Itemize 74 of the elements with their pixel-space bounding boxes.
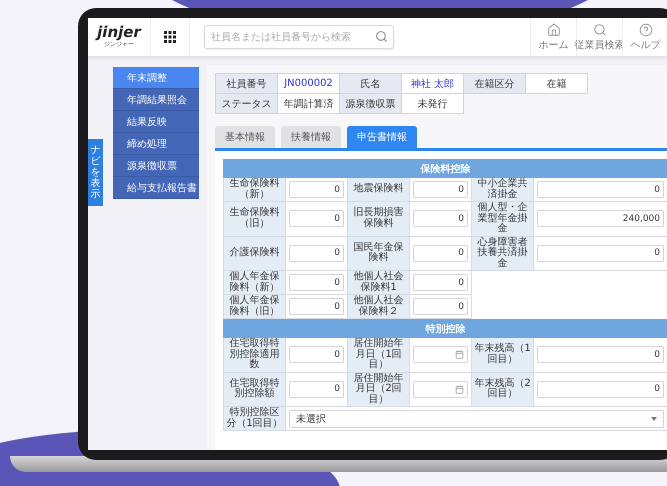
date-input[interactable] xyxy=(413,346,468,364)
search-icon xyxy=(592,22,606,36)
field-label: 国民年金保険料 xyxy=(348,236,410,271)
calendar-icon xyxy=(455,350,464,360)
info-value: 未発行 xyxy=(402,94,464,114)
field-label: 他個人社会保険料２ xyxy=(348,295,410,319)
info-label: 社員番号 xyxy=(216,74,278,94)
number-input[interactable]: 0 xyxy=(537,346,664,364)
field-label: 介護保険料 xyxy=(224,236,286,271)
number-input[interactable]: 0 xyxy=(289,346,344,364)
info-label: 氏名 xyxy=(340,74,402,94)
home-icon xyxy=(546,22,560,36)
logo[interactable]: jinjer xyxy=(97,24,141,40)
tab[interactable]: 扶養情報 xyxy=(281,126,341,148)
sidebar-item[interactable]: 源泉徴収票 xyxy=(113,155,199,177)
tab[interactable]: 申告書情報 xyxy=(347,126,417,148)
number-input[interactable]: 0 xyxy=(289,210,344,228)
sidebar-item[interactable]: 年末調整 xyxy=(113,67,199,89)
field-label: 個人年金保険料（新） xyxy=(224,271,286,295)
field-label: 心身障害者扶養共済掛金 xyxy=(472,236,534,271)
number-input[interactable]: 0 xyxy=(537,244,664,262)
number-input[interactable]: 0 xyxy=(289,181,344,198)
field-label: 生命保険料（旧） xyxy=(224,202,286,236)
search-icon xyxy=(375,30,388,43)
nav-button[interactable]: ヘルプ xyxy=(622,18,667,56)
show-nav-tab[interactable]: ナビを表示 xyxy=(88,139,103,206)
field-label: 個人型・企業型年金掛金 xyxy=(472,202,534,236)
info-link[interactable]: JN000002 xyxy=(278,74,340,94)
number-input[interactable]: 0 xyxy=(413,244,468,262)
number-input[interactable]: 0 xyxy=(413,298,468,315)
field-label: 住宅取得特別控除額 xyxy=(224,372,286,407)
calendar-icon xyxy=(455,384,464,394)
field-label: 生命保険料（新） xyxy=(224,178,286,202)
info-label: ステータス xyxy=(216,94,278,114)
help-icon xyxy=(638,22,652,36)
field-label: 他個人社会保険料1 xyxy=(348,271,410,295)
field-label: 年末残高（1回目） xyxy=(472,338,534,372)
field-label: 居住開始年月日（2回目） xyxy=(348,372,410,407)
search-field[interactable]: 社員名または社員番号から検索 xyxy=(204,25,394,49)
sidebar-item[interactable]: 給与支払報告書 xyxy=(113,177,199,199)
select-dropdown[interactable]: 未選択 xyxy=(289,410,664,428)
field-label: 地震保険料 xyxy=(348,178,410,202)
field-label: 特別控除区分（1回目） xyxy=(224,407,286,431)
number-input[interactable]: 0 xyxy=(537,181,664,198)
number-input[interactable]: 0 xyxy=(413,210,468,228)
number-input[interactable]: 0 xyxy=(413,181,468,198)
number-input[interactable]: 0 xyxy=(289,380,344,398)
info-label: 源泉徴収票 xyxy=(340,94,402,114)
tab[interactable]: 基本情報 xyxy=(215,126,275,148)
number-input[interactable]: 0 xyxy=(537,380,664,398)
sidebar-item[interactable]: 結果反映 xyxy=(113,111,199,133)
number-input[interactable]: 0 xyxy=(413,274,468,291)
info-link[interactable]: 神社 太郎 xyxy=(402,74,464,94)
field-label: 居住開始年月日（1回目） xyxy=(348,338,410,372)
info-label: 在籍区分 xyxy=(464,74,526,94)
section-header: 保険料控除 xyxy=(223,159,667,178)
number-input[interactable]: 0 xyxy=(289,244,344,262)
field-label: 住宅取得特別控除適用数 xyxy=(224,338,286,372)
number-input[interactable]: 0 xyxy=(289,298,344,315)
info-value: 在籍 xyxy=(526,74,588,94)
date-input[interactable] xyxy=(413,380,468,398)
apps-grid-icon[interactable] xyxy=(164,31,176,43)
field-label: 旧長期損害保険料 xyxy=(348,202,410,236)
sidebar-item[interactable]: 年調結果照会 xyxy=(113,89,199,111)
caret-icon xyxy=(651,416,657,420)
nav-button[interactable]: ホーム xyxy=(530,18,576,56)
sidebar-item[interactable]: 締め処理 xyxy=(113,133,199,155)
section-header: 特別控除 xyxy=(223,319,667,338)
info-value: 年調計算済 xyxy=(278,94,340,114)
field-label: 個人年金保険料（旧） xyxy=(224,295,286,319)
number-input[interactable]: 240,000 xyxy=(537,210,664,228)
field-label: 中小企業共済掛金 xyxy=(472,178,534,202)
number-input[interactable]: 0 xyxy=(289,274,344,291)
field-label: 年末残高（2回目） xyxy=(472,372,534,407)
